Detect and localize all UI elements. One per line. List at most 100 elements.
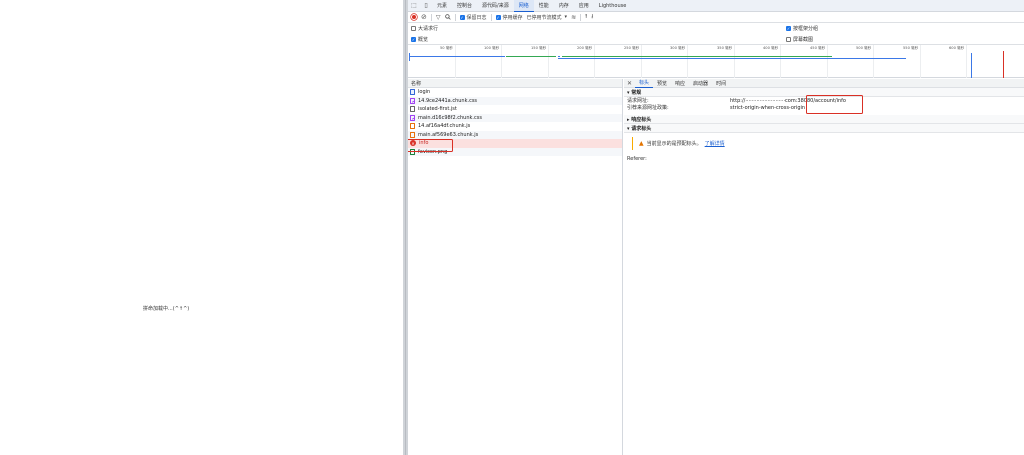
timeline-bar	[506, 56, 556, 57]
group-by-frame-checkbox[interactable]: ✓ 按框架分组	[786, 25, 818, 32]
request-row[interactable]: isolated-first.jst	[408, 105, 622, 114]
load-event-marker	[1003, 51, 1004, 78]
tab-headers[interactable]: 标头	[635, 79, 654, 88]
warning-text: 当前显示的是预配标头。	[646, 141, 702, 147]
tab-console[interactable]: 控制台	[452, 0, 477, 12]
details-tab-bar: ✕ 标头 预览 响应 启动器 时间	[624, 79, 1024, 88]
tab-application[interactable]: 应用	[574, 0, 594, 12]
search-icon	[444, 14, 451, 20]
devtools-tab-bar: ⬚ ▯ 元素 控制台 源代码/来源 网络 性能 内存 应用 Lighthouse	[408, 0, 1024, 12]
overview-checkbox[interactable]: ✓ 概览	[411, 36, 428, 43]
file-icon	[410, 106, 415, 113]
timeline-gridline	[548, 45, 549, 78]
timeline-tick-label: 500 毫秒	[856, 46, 872, 50]
timeline-gridline	[780, 45, 781, 78]
dom-content-loaded-marker	[971, 53, 972, 78]
request-row[interactable]: main.d16c98f2.chunk.css	[408, 113, 622, 122]
column-header-name[interactable]: 名称	[408, 79, 622, 88]
checkbox-icon	[786, 37, 791, 42]
tab-preview[interactable]: 预览	[653, 79, 671, 88]
group-by-frame-label: 按框架分组	[793, 26, 819, 32]
timeline-gridline	[873, 45, 874, 78]
url-path-highlight	[806, 95, 863, 114]
screenshots-label: 屏幕截图	[793, 37, 814, 43]
tab-network[interactable]: 网络	[513, 0, 534, 12]
request-row[interactable]: 14.af16a4df.chunk.js	[408, 122, 622, 131]
timeline-gridline	[734, 45, 735, 78]
checkbox-icon	[411, 26, 416, 31]
request-name: login	[418, 89, 431, 96]
inspect-element-icon[interactable]: ⬚	[408, 0, 420, 12]
referer-row: Referer:	[624, 155, 1024, 162]
preserve-log-label: 保留日志	[466, 14, 487, 21]
overview-label: 概览	[418, 37, 429, 43]
tab-timing[interactable]: 时间	[712, 79, 730, 88]
referrer-policy-key: 引荐来源网址政策:	[627, 105, 669, 111]
close-icon[interactable]: ✕	[624, 79, 635, 88]
timeline-gridline	[920, 45, 921, 78]
request-name: isolated-first.jst	[418, 106, 457, 113]
big-request-rows-checkbox[interactable]: 大请求行	[411, 25, 438, 32]
toolbar-divider	[580, 13, 582, 21]
request-name: 14.af16a4df.chunk.js	[418, 123, 471, 130]
request-list: 名称 login 14.9ce2441a.chunk.css isolated-…	[408, 79, 623, 455]
tab-performance[interactable]: 性能	[534, 0, 554, 12]
timeline-tick-label: 100 毫秒	[484, 46, 500, 50]
import-har-button[interactable]: ⭱	[585, 12, 587, 23]
request-name: 14.9ce2441a.chunk.css	[418, 97, 478, 104]
timeline-tick-label: 350 毫秒	[717, 46, 733, 50]
stylesheet-icon	[410, 97, 415, 104]
device-toolbar-icon[interactable]: ▯	[420, 0, 432, 12]
export-har-button[interactable]: ⭳	[591, 12, 593, 23]
search-button[interactable]	[444, 12, 451, 23]
screenshots-checkbox[interactable]: 屏幕截图	[786, 36, 813, 43]
timeline-tick-label: 300 毫秒	[670, 46, 686, 50]
toolbar-divider	[454, 13, 456, 21]
timeline-gridline	[966, 45, 967, 78]
tab-memory[interactable]: 内存	[554, 0, 574, 12]
disable-cache-label: 停用缓存	[502, 14, 523, 21]
timeline-tick-label: 150 毫秒	[531, 46, 547, 50]
timeline-overview[interactable]: 50 毫秒 100 毫秒 150 毫秒 200 毫秒 250 毫秒 300 毫秒…	[408, 45, 1024, 78]
learn-more-link[interactable]: 了解详情	[705, 140, 725, 147]
record-icon	[411, 14, 417, 20]
response-headers-section-header[interactable]: ▸ 响应标头	[624, 115, 1024, 124]
request-details: ✕ 标头 预览 响应 启动器 时间 ▾ 常规 请求网址: http://····…	[624, 79, 1024, 455]
disable-cache-checkbox[interactable]: ✓ 停用缓存	[495, 12, 523, 23]
throttle-select[interactable]: 已停用节流模式 ▾	[527, 12, 568, 23]
timeline-bar	[562, 56, 832, 57]
warning-icon: ▲	[639, 140, 644, 147]
network-conditions-button[interactable]: ≋	[571, 12, 576, 23]
script-icon	[410, 131, 415, 138]
timeline-gridline	[827, 45, 828, 78]
tab-response[interactable]: 响应	[671, 79, 689, 88]
clear-button[interactable]: ⊘	[421, 12, 427, 23]
filter-icon: ▽	[435, 13, 441, 21]
referrer-policy-value: strict-origin-when-cross-origin	[730, 104, 806, 111]
document-icon	[410, 89, 415, 96]
request-row[interactable]: main.af569e63.chunk.js	[408, 130, 622, 139]
timeline-bar	[558, 56, 560, 57]
wifi-settings-icon: ≋	[571, 13, 577, 21]
tab-sources[interactable]: 源代码/来源	[477, 0, 514, 12]
timeline-tick-label: 200 毫秒	[577, 46, 593, 50]
filter-button[interactable]: ▽	[436, 12, 441, 23]
tab-initiator[interactable]: 启动器	[689, 79, 712, 88]
request-row[interactable]: 14.9ce2441a.chunk.css	[408, 96, 622, 105]
tab-elements[interactable]: 元素	[432, 0, 452, 12]
toolbar-divider	[430, 13, 432, 21]
check-icon: ✓	[495, 14, 501, 20]
preserve-log-checkbox[interactable]: ✓ 保留日志	[459, 12, 487, 23]
devtools-panel: ⬚ ▯ 元素 控制台 源代码/来源 网络 性能 内存 应用 Lighthouse…	[408, 0, 1024, 455]
check-icon: ✓	[786, 26, 791, 31]
timeline-tick-label: 250 毫秒	[624, 46, 640, 50]
timeline-tick-label: 400 毫秒	[763, 46, 779, 50]
check-icon: ✓	[411, 37, 416, 42]
tab-lighthouse[interactable]: Lighthouse	[594, 0, 632, 12]
timeline-bar	[558, 58, 906, 59]
record-button[interactable]	[411, 12, 417, 23]
request-row[interactable]: login	[408, 88, 622, 97]
download-icon: ⭳	[591, 13, 594, 20]
request-headers-section-header[interactable]: ▾ 请求标头	[624, 124, 1024, 133]
timeline-gridline	[455, 45, 456, 78]
